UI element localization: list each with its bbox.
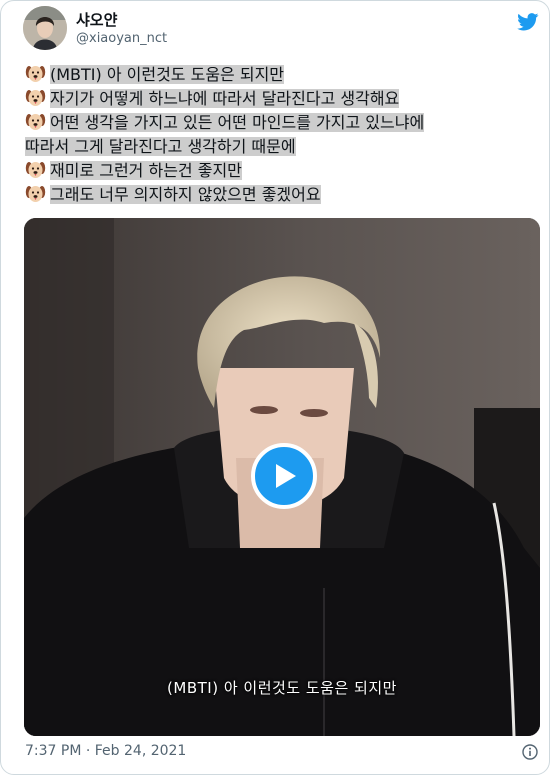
tweet-text: (MBTI) 아 이런것도 도움은 되지만 자기가 어떻게 하느냐에 따라서 달… — [25, 63, 545, 207]
dog-emoji-icon — [25, 90, 46, 106]
tweet-line: 따라서 그게 달라진다고 생각하기 때문에 — [25, 137, 296, 156]
tweet-timestamp[interactable]: 7:37 PM · Feb 24, 2021 — [25, 743, 186, 759]
twitter-bird-icon[interactable] — [517, 13, 539, 31]
tweet-line: 그래도 너무 의지하지 않았으면 좋겠어요 — [25, 183, 545, 207]
dog-emoji-icon — [25, 162, 46, 178]
tweet-card: 샤오얀 @xiaoyan_nct (MBTI) 아 이런것도 도움은 되지만 자… — [0, 0, 550, 775]
tweet-line: (MBTI) 아 이런것도 도움은 되지만 — [25, 63, 545, 87]
avatar[interactable] — [23, 6, 67, 50]
play-icon — [276, 464, 296, 488]
dog-emoji-icon — [25, 186, 46, 202]
tweet-line: 자기가 어떻게 하느냐에 따라서 달라진다고 생각해요 — [25, 87, 545, 111]
dog-emoji-icon — [25, 114, 46, 130]
tweet-line: 재미로 그런거 하는건 좋지만 — [25, 159, 545, 183]
play-button[interactable] — [251, 443, 317, 509]
display-name[interactable]: 샤오얀 — [76, 9, 117, 30]
dog-emoji-icon — [25, 66, 46, 82]
tweet-line: 어떤 생각을 가지고 있든 어떤 마인드를 가지고 있느냐에 — [25, 111, 545, 135]
video-player[interactable]: (MBTI) 아 이런것도 도움은 되지만 — [24, 218, 540, 736]
video-subtitle: (MBTI) 아 이런것도 도움은 되지만 — [167, 679, 397, 697]
info-icon[interactable] — [522, 744, 538, 760]
user-handle[interactable]: @xiaoyan_nct — [76, 31, 167, 46]
profile-photo — [23, 6, 67, 50]
